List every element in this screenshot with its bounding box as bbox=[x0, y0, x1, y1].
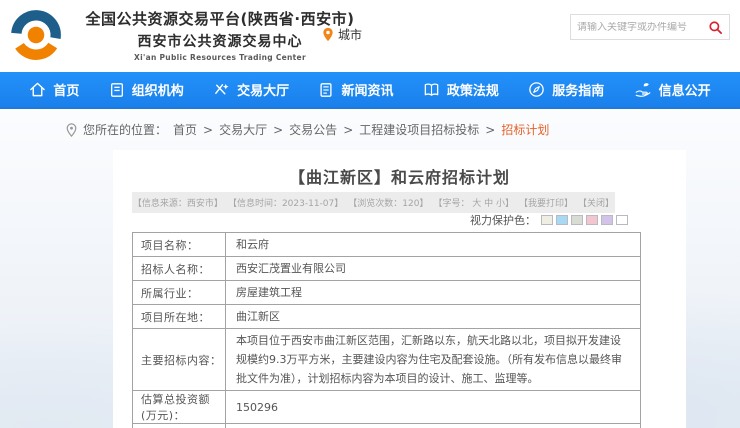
trade-hall-icon bbox=[213, 81, 230, 98]
breadcrumb-current: 招标计划 bbox=[501, 121, 549, 138]
nav-label: 服务指南 bbox=[552, 80, 604, 99]
article-title: 【曲江新区】和云府招标计划 bbox=[113, 164, 686, 188]
table-row: 计划招标时间： 2023年12月8日 bbox=[133, 424, 641, 428]
search-box bbox=[570, 14, 730, 40]
news-icon bbox=[318, 82, 334, 98]
nav-item-trade-hall[interactable]: 交易大厅 bbox=[213, 80, 289, 99]
site-logo[interactable] bbox=[8, 7, 64, 63]
home-icon bbox=[29, 81, 46, 98]
org-icon bbox=[109, 82, 125, 98]
search-icon bbox=[708, 20, 723, 35]
row-value: 150296 bbox=[226, 391, 641, 424]
breadcrumb-prefix: 您所在的位置： bbox=[83, 121, 167, 138]
meta-print-button[interactable]: 【我要打印】 bbox=[519, 196, 573, 209]
logo-icon bbox=[8, 7, 64, 63]
eye-color-swatch-4[interactable] bbox=[586, 215, 598, 225]
search-input[interactable] bbox=[577, 22, 708, 33]
row-label: 主要招标内容： bbox=[133, 329, 226, 391]
eye-color-swatch-1[interactable] bbox=[541, 215, 553, 225]
service-compass-icon bbox=[528, 81, 545, 98]
meta-close-button[interactable]: 【关闭】 bbox=[578, 196, 614, 209]
row-value: 曲江新区 bbox=[226, 305, 641, 329]
meta-fontsize-controls[interactable]: 【字号： 大 中 小】 bbox=[433, 196, 514, 209]
nav-item-news[interactable]: 新闻资讯 bbox=[318, 80, 393, 99]
city-selector[interactable]: 城市 bbox=[322, 26, 362, 43]
nav-item-organization[interactable]: 组织机构 bbox=[109, 80, 184, 99]
article-panel: 【曲江新区】和云府招标计划 【信息来源：西安市】 【信息时间：2023-11-0… bbox=[113, 150, 686, 428]
breadcrumb-separator: > bbox=[343, 123, 353, 137]
breadcrumb-item-trade-hall[interactable]: 交易大厅 bbox=[219, 121, 267, 138]
table-row: 估算总投资额(万元)： 150296 bbox=[133, 391, 641, 424]
nav-item-service-guide[interactable]: 服务指南 bbox=[528, 80, 604, 99]
breadcrumb-separator: > bbox=[203, 123, 213, 137]
page: 全国公共资源交易平台(陕西省·西安市) 西安市公共资源交易中心 Xi'an Pu… bbox=[0, 0, 740, 428]
nav-label: 新闻资讯 bbox=[341, 80, 393, 99]
nav-item-policy[interactable]: 政策法规 bbox=[423, 80, 499, 99]
nav-label: 组织机构 bbox=[132, 80, 184, 99]
eye-protect-label: 视力保护色： bbox=[470, 212, 536, 228]
table-row: 主要招标内容： 本项目位于西安市曲江新区范围，汇新路以东，航天北路以北，项目拟开… bbox=[133, 329, 641, 391]
map-pin-icon bbox=[322, 27, 334, 42]
eye-color-swatch-3[interactable] bbox=[571, 215, 583, 225]
breadcrumb-separator: > bbox=[485, 123, 495, 137]
breadcrumb: 您所在的位置： 首页 > 交易大厅 > 交易公告 > 工程建设项目招标投标 > … bbox=[66, 121, 549, 138]
breadcrumb-item-announcements[interactable]: 交易公告 bbox=[289, 121, 337, 138]
site-header: 全国公共资源交易平台(陕西省·西安市) 西安市公共资源交易中心 Xi'an Pu… bbox=[0, 0, 740, 72]
meta-source: 【信息来源：西安市】 bbox=[133, 196, 223, 209]
article-meta-bar: 【信息来源：西安市】 【信息时间：2023-11-07】 【浏览次数：120】 … bbox=[132, 192, 615, 213]
info-hand-icon bbox=[634, 81, 652, 98]
eye-protect-colors: 视力保护色： bbox=[470, 212, 628, 228]
location-pin-icon bbox=[66, 123, 77, 137]
search-button[interactable] bbox=[708, 20, 723, 35]
eye-color-swatch-6[interactable] bbox=[616, 215, 628, 225]
nav-label: 交易大厅 bbox=[237, 80, 289, 99]
nav-label: 信息公开 bbox=[659, 80, 711, 99]
table-row: 项目名称： 和云府 bbox=[133, 233, 641, 257]
row-label: 所属行业： bbox=[133, 281, 226, 305]
breadcrumb-item-home[interactable]: 首页 bbox=[173, 121, 197, 138]
row-value: 2023年12月8日 bbox=[226, 424, 641, 428]
row-label: 项目所在地： bbox=[133, 305, 226, 329]
meta-time: 【信息时间：2023-11-07】 bbox=[228, 196, 343, 209]
breadcrumb-separator: > bbox=[273, 123, 283, 137]
nav-item-info-disclosure[interactable]: 信息公开 bbox=[634, 80, 711, 99]
meta-views: 【浏览次数：120】 bbox=[348, 196, 428, 209]
bid-plan-table: 项目名称： 和云府 招标人名称： 西安汇茂置业有限公司 所属行业： 房屋建筑工程… bbox=[132, 232, 641, 428]
table-row: 招标人名称： 西安汇茂置业有限公司 bbox=[133, 257, 641, 281]
eye-color-swatch-2[interactable] bbox=[556, 215, 568, 225]
eye-color-swatch-5[interactable] bbox=[601, 215, 613, 225]
table-row: 项目所在地： 曲江新区 bbox=[133, 305, 641, 329]
row-value: 房屋建筑工程 bbox=[226, 281, 641, 305]
row-label: 招标人名称： bbox=[133, 257, 226, 281]
policy-book-icon bbox=[423, 81, 440, 98]
row-label: 项目名称： bbox=[133, 233, 226, 257]
city-label: 城市 bbox=[338, 26, 362, 43]
main-area: 您所在的位置： 首页 > 交易大厅 > 交易公告 > 工程建设项目招标投标 > … bbox=[0, 111, 740, 428]
nav-label: 政策法规 bbox=[447, 80, 499, 99]
row-value: 本项目位于西安市曲江新区范围，汇新路以东，航天北路以北，项目拟开发建设规模约9.… bbox=[226, 329, 641, 391]
nav-item-home[interactable]: 首页 bbox=[29, 80, 79, 99]
row-value: 西安汇茂置业有限公司 bbox=[226, 257, 641, 281]
row-label: 估算总投资额(万元)： bbox=[133, 391, 226, 424]
nav-label: 首页 bbox=[53, 80, 79, 99]
row-value: 和云府 bbox=[226, 233, 641, 257]
table-row: 所属行业： 房屋建筑工程 bbox=[133, 281, 641, 305]
main-nav: 首页 组织机构 交易大厅 新闻资讯 bbox=[0, 72, 740, 109]
row-label: 计划招标时间： bbox=[133, 424, 226, 428]
breadcrumb-item-construction-bidding[interactable]: 工程建设项目招标投标 bbox=[359, 121, 479, 138]
site-subtitle-en: Xi'an Public Resources Trading Center bbox=[70, 53, 370, 62]
